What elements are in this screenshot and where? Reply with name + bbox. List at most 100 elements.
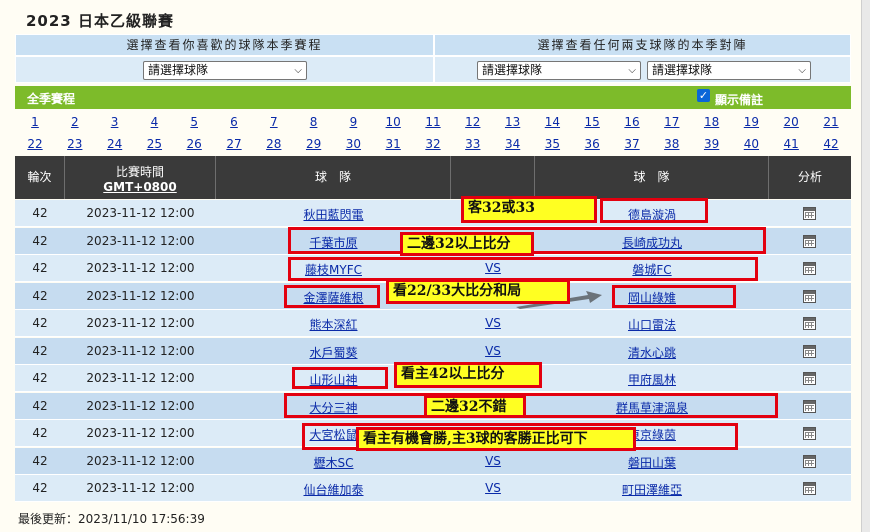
vs-link[interactable]: VS xyxy=(451,481,535,495)
team-schedule-header: 選擇查看你喜歡的球隊本季賽程 xyxy=(15,34,434,56)
round-link[interactable]: 17 xyxy=(652,115,692,129)
round-link[interactable]: 27 xyxy=(214,137,254,151)
round-link[interactable]: 25 xyxy=(134,137,174,151)
round-link[interactable]: 40 xyxy=(731,137,771,151)
time-cell: 2023-11-12 12:00 xyxy=(86,453,195,468)
note-4: 看主42以上比分 xyxy=(394,362,542,388)
round-link[interactable]: 16 xyxy=(612,115,652,129)
analysis-calendar-icon[interactable] xyxy=(803,262,816,275)
analysis-calendar-icon[interactable] xyxy=(803,454,816,468)
round-cell: 42 xyxy=(32,398,48,413)
round-link[interactable]: 33 xyxy=(453,137,493,151)
analysis-calendar-icon[interactable] xyxy=(803,289,816,303)
round-link[interactable]: 23 xyxy=(55,137,95,151)
vs-link[interactable]: VS xyxy=(451,344,535,358)
round-link[interactable]: 32 xyxy=(413,137,453,151)
away-team-link[interactable]: 甲府風林 xyxy=(535,371,769,388)
home-team-link[interactable]: 秋田藍閃電 xyxy=(216,206,451,223)
round-cell: 42 xyxy=(32,453,48,468)
table-row: 42 2023-11-12 12:00 熊本深紅 VS 山口雷法 xyxy=(15,310,851,337)
time-cell: 2023-11-12 12:00 xyxy=(86,206,195,220)
round-link[interactable]: 39 xyxy=(692,137,732,151)
round-link[interactable]: 5 xyxy=(174,115,214,129)
vs-link[interactable]: VS xyxy=(451,454,535,468)
away-team-link[interactable]: 町田澤維亞 xyxy=(535,481,769,498)
show-notes-checkbox[interactable]: ✓ xyxy=(697,89,710,102)
round-link[interactable]: 24 xyxy=(95,137,135,151)
round-link[interactable]: 1 xyxy=(15,115,55,129)
round-link[interactable]: 4 xyxy=(134,115,174,129)
analysis-calendar-icon[interactable] xyxy=(803,482,816,495)
round-link[interactable]: 12 xyxy=(453,115,493,129)
round-link[interactable]: 15 xyxy=(572,115,612,129)
note-2: 二邊32以上比分 xyxy=(400,232,534,256)
col-analysis: 分析 xyxy=(797,170,822,184)
highlight-box xyxy=(284,393,778,418)
round-link[interactable]: 3 xyxy=(95,115,135,129)
round-link[interactable]: 7 xyxy=(254,115,294,129)
note-5: 二邊32不錯 xyxy=(424,395,526,418)
home-team-link[interactable]: 櫪木SC xyxy=(216,454,451,471)
round-link[interactable]: 42 xyxy=(811,137,851,151)
round-link[interactable]: 8 xyxy=(294,115,334,129)
highlight-box xyxy=(612,285,736,308)
col-away: 球 隊 xyxy=(535,156,769,199)
round-link[interactable]: 14 xyxy=(532,115,572,129)
page-title: 2023 日本乙級聯賽 xyxy=(26,12,174,30)
table-row: 42 2023-11-12 12:00 櫪木SC VS 磐田山葉 xyxy=(15,447,851,475)
away-team-link[interactable]: 磐田山葉 xyxy=(535,454,769,471)
round-link[interactable]: 26 xyxy=(174,137,214,151)
round-link[interactable]: 34 xyxy=(493,137,533,151)
round-link[interactable]: 37 xyxy=(612,137,652,151)
table-row: 42 2023-11-12 12:00 仙台維加泰 VS 町田澤維亞 xyxy=(15,475,851,502)
analysis-calendar-icon[interactable] xyxy=(803,344,816,358)
round-link[interactable]: 35 xyxy=(532,137,572,151)
round-link[interactable]: 41 xyxy=(771,137,811,151)
time-cell: 2023-11-12 12:00 xyxy=(86,343,195,358)
col-time-zone: GMT+0800 xyxy=(103,180,177,194)
round-link[interactable]: 2 xyxy=(55,115,95,129)
team-a-select[interactable]: 請選擇球隊 ⌵ xyxy=(477,61,641,80)
home-team-link[interactable]: 水戶蜀葵 xyxy=(216,344,451,361)
vs-link[interactable]: VS xyxy=(451,316,535,330)
away-team-link[interactable]: 清水心跳 xyxy=(535,344,769,361)
analysis-calendar-icon[interactable] xyxy=(803,399,816,413)
round-link[interactable]: 10 xyxy=(373,115,413,129)
time-cell: 2023-11-12 12:00 xyxy=(86,426,195,440)
col-vs xyxy=(451,156,535,199)
round-link[interactable]: 28 xyxy=(254,137,294,151)
round-link[interactable]: 18 xyxy=(692,115,732,129)
team-a-select-value: 請選擇球隊 xyxy=(482,63,543,77)
analysis-calendar-icon[interactable] xyxy=(803,317,816,330)
round-link[interactable]: 9 xyxy=(333,115,373,129)
highlight-box xyxy=(292,367,388,389)
round-link[interactable]: 13 xyxy=(493,115,533,129)
analysis-calendar-icon[interactable] xyxy=(803,427,816,440)
highlight-box xyxy=(600,198,708,223)
team-select-row: 請選擇球隊 ⌵ xyxy=(15,56,434,83)
round-cell: 42 xyxy=(32,233,48,248)
round-link[interactable]: 19 xyxy=(731,115,771,129)
col-time: 比賽時間 GMT+0800 xyxy=(65,156,216,199)
team-select-value: 請選擇球隊 xyxy=(148,63,209,77)
analysis-calendar-icon[interactable] xyxy=(803,234,816,248)
round-links-row-1: 1 2 3 4 5 6 7 8 9 10 11 12 13 14 15 16 17 18 19 20 21 xyxy=(15,111,851,133)
home-team-link[interactable]: 仙台維加泰 xyxy=(216,481,451,498)
round-link[interactable]: 38 xyxy=(652,137,692,151)
round-link[interactable]: 11 xyxy=(413,115,453,129)
round-link[interactable]: 30 xyxy=(333,137,373,151)
round-link[interactable]: 21 xyxy=(811,115,851,129)
round-link[interactable]: 6 xyxy=(214,115,254,129)
analysis-calendar-icon[interactable] xyxy=(803,207,816,220)
analysis-calendar-icon[interactable] xyxy=(803,372,816,385)
away-team-link[interactable]: 山口雷法 xyxy=(535,316,769,333)
round-link[interactable]: 31 xyxy=(373,137,413,151)
round-link[interactable]: 29 xyxy=(294,137,334,151)
round-link[interactable]: 20 xyxy=(771,115,811,129)
time-cell: 2023-11-12 12:00 xyxy=(86,398,195,413)
team-select[interactable]: 請選擇球隊 ⌵ xyxy=(143,61,307,80)
round-link[interactable]: 22 xyxy=(15,137,55,151)
home-team-link[interactable]: 熊本深紅 xyxy=(216,316,451,333)
round-link[interactable]: 36 xyxy=(572,137,612,151)
team-b-select[interactable]: 請選擇球隊 ⌵ xyxy=(647,61,811,80)
